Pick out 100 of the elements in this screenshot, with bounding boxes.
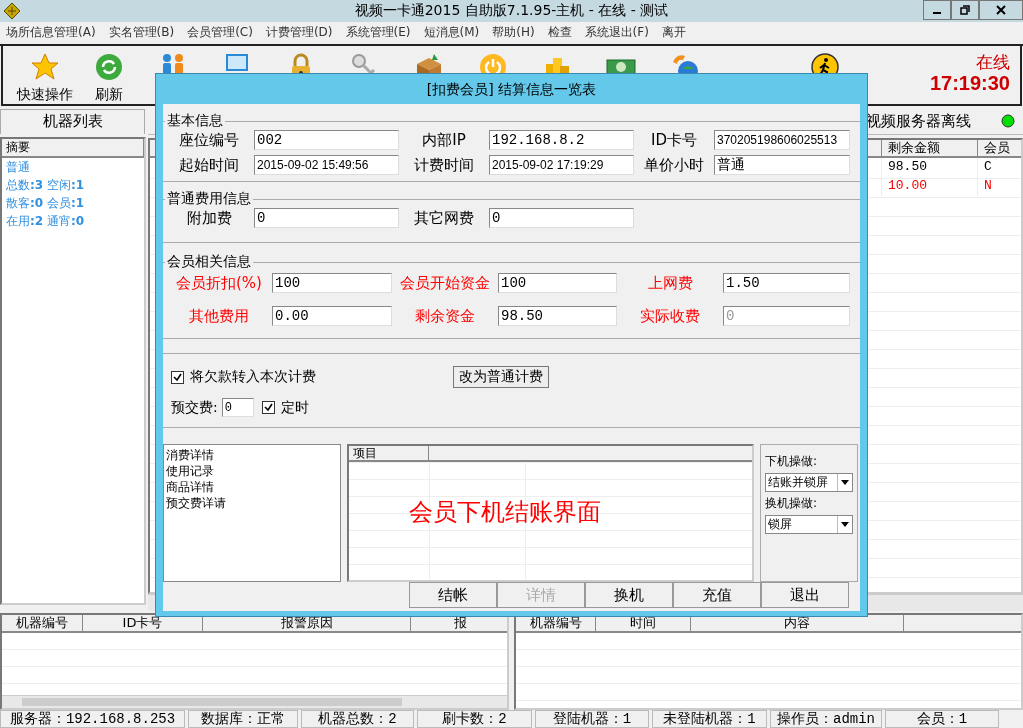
prepay-field[interactable]: 0: [221, 398, 254, 417]
field-label: ID卡号: [650, 130, 698, 150]
dialog-button[interactable]: 退出: [761, 582, 849, 608]
dropdown[interactable]: 锁屏: [765, 515, 853, 534]
column-header: 项目: [348, 446, 429, 460]
field-label: 上网费: [646, 273, 694, 293]
refresh-icon[interactable]: [94, 51, 124, 82]
list-item[interactable]: 消费详情: [166, 447, 338, 463]
status-bar-item: 数据库：正常: [188, 710, 298, 728]
server-status-text: 视频服务器离线: [866, 111, 971, 131]
check-icon: [173, 372, 182, 382]
switch-billing-button[interactable]: 改为普通计费: [453, 366, 549, 388]
field-label: 座位编号: [178, 130, 240, 150]
close-button[interactable]: [979, 0, 1023, 20]
field-label: 下机操做:: [765, 453, 819, 470]
connection-status: 在线: [976, 51, 1010, 72]
status-bar-item: 未登陆机器：1: [652, 710, 767, 728]
tab[interactable]: 机器列表: [0, 108, 145, 134]
summary-item[interactable]: 总数:3 空闲:1: [2, 175, 144, 194]
input-field[interactable]: 0: [254, 208, 399, 228]
table-cell: 10.00: [881, 176, 977, 196]
field-label: 计费时间: [413, 155, 475, 175]
input-field[interactable]: 192.168.8.2: [489, 130, 634, 150]
star-icon[interactable]: [30, 51, 60, 82]
menu-item[interactable]: 系统管理(E): [345, 24, 411, 42]
field-label: 剩余资金: [414, 306, 476, 326]
minimize-icon: [933, 12, 941, 14]
table-cell: N: [977, 176, 1021, 196]
menu-item[interactable]: 系统退出(F): [584, 24, 649, 42]
window-title: 视频一卡通2015 自助版7.1.95-主机 - 在线 - 测试: [354, 1, 669, 20]
input-field[interactable]: 370205198606025513: [714, 130, 850, 150]
table-cell: 98.50: [881, 157, 977, 177]
field-label: 会员折扣(%): [175, 273, 263, 293]
menu-item[interactable]: 短消息(M): [423, 24, 480, 42]
close-icon: [996, 5, 1006, 15]
field-label: 内部IP: [421, 130, 467, 150]
list-item[interactable]: 商品详情: [166, 479, 338, 495]
summary-item[interactable]: 普通: [2, 157, 144, 176]
dropdown[interactable]: 结账并锁屏: [765, 473, 853, 492]
field-label: 起始时间: [178, 155, 240, 175]
group-title: 基本信息: [166, 112, 224, 130]
field-label: 实际收费: [639, 306, 701, 326]
status-light-icon: [1001, 114, 1015, 129]
menu-item[interactable]: 帮助(H): [492, 24, 535, 42]
table-cell: C: [977, 157, 1021, 177]
group-title: 普通费用信息: [166, 190, 252, 208]
check-icon: [263, 403, 273, 412]
caret-icon: [841, 480, 849, 485]
clock: 17:19:30: [929, 71, 1010, 95]
input-field[interactable]: 0.00: [272, 306, 392, 326]
dialog-button[interactable]: 充值: [673, 582, 761, 608]
input-field[interactable]: 1.50: [723, 273, 850, 293]
field-label: 单价小时: [643, 155, 705, 175]
status-bar-item: 操作员：admin: [770, 710, 882, 728]
status-bar-item: 会员：1: [885, 710, 999, 728]
column-header: 机器编号: [2, 615, 83, 632]
status-bar-item: 刷卡数：2: [417, 710, 532, 728]
input-field[interactable]: 2015-09-02 17:19:29: [489, 155, 634, 175]
field-label: 预交费:: [171, 398, 218, 417]
input-field[interactable]: 普通: [714, 155, 850, 175]
input-field[interactable]: 0: [489, 208, 634, 228]
list-item[interactable]: 使用记录: [166, 463, 338, 479]
column-header: 会员: [977, 139, 1021, 156]
field-label: 其他费用: [188, 306, 250, 326]
restore-button[interactable]: [951, 0, 979, 20]
column-header: 摘要: [2, 138, 144, 158]
minimize-button[interactable]: [923, 0, 951, 20]
field-label: 其它网费: [413, 208, 475, 228]
menu-item[interactable]: 场所信息管理(A): [6, 24, 96, 42]
input-field[interactable]: 2015-09-02 15:49:56: [254, 155, 399, 175]
summary-item[interactable]: 散客:0 会员:1: [2, 193, 144, 212]
input-field[interactable]: 98.50: [498, 306, 617, 326]
diamond-icon: [3, 1, 21, 20]
input-field[interactable]: 100: [498, 273, 617, 293]
field-label: 附加费: [185, 208, 233, 228]
caption-text: 会员下机结账界面: [408, 497, 601, 528]
menu-item[interactable]: 检查: [547, 24, 572, 42]
checkbox[interactable]: 定时: [261, 398, 309, 417]
checkbox[interactable]: 将欠款转入本次计费: [171, 368, 316, 386]
scrollbar[interactable]: [2, 695, 507, 708]
dialog-button[interactable]: 换机: [585, 582, 673, 608]
field-label: 换机操做:: [765, 495, 819, 512]
input-field[interactable]: 002: [254, 130, 399, 150]
status-bar-item: 服务器：192.168.8.253: [0, 710, 185, 728]
input-field[interactable]: 100: [272, 273, 392, 293]
menu-item[interactable]: 实名管理(B): [108, 24, 175, 42]
status-bar-item: 登陆机器：1: [535, 710, 649, 728]
status-bar-item: 机器总数：2: [301, 710, 414, 728]
toolbar-label[interactable]: 刷新: [95, 85, 123, 104]
group-title: 会员相关信息: [166, 253, 252, 271]
menu-item[interactable]: 会员管理(C): [187, 24, 253, 42]
menu-item[interactable]: 离开: [661, 24, 686, 42]
list-item[interactable]: 预交费详请: [166, 495, 338, 511]
summary-item[interactable]: 在用:2 通宵:0: [2, 211, 144, 230]
dialog-button[interactable]: 结帐: [409, 582, 497, 608]
restore-icon: [960, 5, 970, 15]
toolbar-label[interactable]: 快速操作: [17, 85, 73, 104]
menu-item[interactable]: 计费管理(D): [265, 24, 333, 42]
caret-icon: [841, 522, 849, 527]
dialog-title: [扣费会员] 结算信息一览表: [425, 80, 598, 99]
